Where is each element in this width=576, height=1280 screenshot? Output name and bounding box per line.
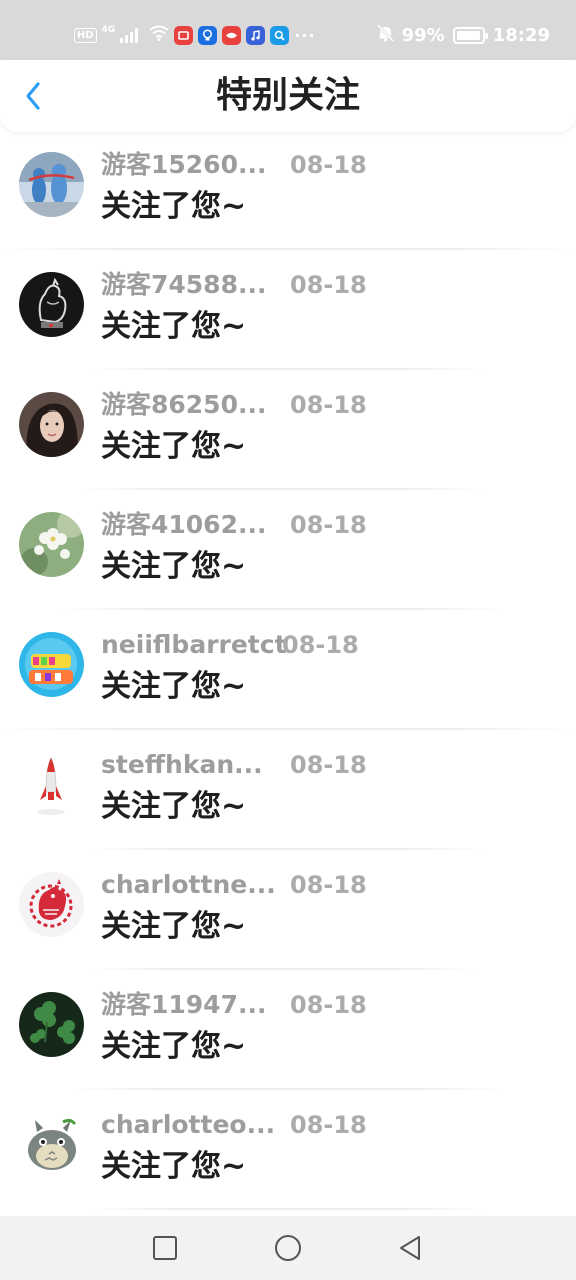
- rocket-avatar[interactable]: [19, 752, 84, 817]
- home-button[interactable]: [272, 1232, 304, 1264]
- signal-icon: [120, 27, 139, 43]
- message-text: 关注了您~: [101, 669, 247, 704]
- mute-bell-icon: [376, 23, 394, 47]
- list-item[interactable]: 游客86250... 08-18 关注了您~: [0, 370, 576, 490]
- message-text: 关注了您~: [101, 309, 247, 344]
- list-item[interactable]: 游客41062... 08-18 关注了您~: [0, 490, 576, 610]
- music-app-icon: [246, 25, 266, 45]
- list-item[interactable]: 游客11947... 08-18 关注了您~: [0, 970, 576, 1090]
- list-item[interactable]: charlotteo... 08-18 关注了您~: [0, 1090, 576, 1210]
- back-nav-button[interactable]: [394, 1232, 426, 1264]
- username[interactable]: 游客11947...: [101, 988, 266, 1022]
- timestamp: 08-18: [290, 751, 367, 779]
- status-bar: HD 4G ··· 99% 18:29: [0, 0, 576, 60]
- message-text: 关注了您~: [101, 429, 247, 464]
- list-item[interactable]: neiiflbarretct 08-18 关注了您~: [0, 610, 576, 730]
- message-text: 关注了您~: [101, 789, 247, 824]
- username[interactable]: charlottne...: [101, 868, 276, 902]
- page-title: 特别关注: [215, 75, 360, 116]
- message-text: 关注了您~: [101, 549, 247, 584]
- timestamp: 08-18: [290, 511, 367, 539]
- status-bar-left: HD 4G ···: [74, 22, 316, 48]
- red-app-icon: [174, 25, 194, 45]
- timestamp: 08-18: [290, 871, 367, 899]
- totoro-avatar[interactable]: [19, 1112, 84, 1177]
- recent-apps-button[interactable]: [149, 1232, 181, 1264]
- battery-percent: 99%: [401, 24, 445, 46]
- glass-rooster-avatar[interactable]: [19, 272, 84, 337]
- username[interactable]: charlotteo...: [101, 1108, 275, 1142]
- list-item[interactable]: charlottne... 08-18 关注了您~: [0, 850, 576, 970]
- white-flowers-avatar[interactable]: [19, 512, 84, 577]
- clover-avatar[interactable]: [19, 992, 84, 1057]
- timestamp: 08-18: [290, 271, 367, 299]
- list-item[interactable]: 游客74588... 08-18 关注了您~: [0, 250, 576, 370]
- divider: [90, 1208, 486, 1210]
- top-app-bar: 特别关注: [0, 60, 576, 132]
- status-bar-right: 99% 18:29: [376, 22, 550, 48]
- notification-list: 游客15260... 08-18 关注了您~ 游客74588... 08-18 …: [0, 130, 576, 1210]
- timestamp: 08-18: [290, 991, 367, 1019]
- list-item[interactable]: 游客15260... 08-18 关注了您~: [0, 130, 576, 250]
- more-notifications: ···: [294, 25, 316, 45]
- message-text: 关注了您~: [101, 1029, 247, 1064]
- hd-badge: HD: [74, 27, 97, 43]
- blue-figure-avatar[interactable]: [19, 152, 84, 217]
- woman-portrait-avatar[interactable]: [19, 392, 84, 457]
- username[interactable]: steffhkan...: [101, 748, 263, 782]
- username[interactable]: 游客41062...: [101, 508, 266, 542]
- network-type: 4G: [101, 25, 116, 35]
- papercut-rooster-avatar[interactable]: [19, 872, 84, 937]
- timestamp: 08-18: [290, 391, 367, 419]
- blue-bulb-app-icon: [198, 25, 218, 45]
- battery-icon: [452, 26, 488, 44]
- search-app-icon: [270, 25, 290, 45]
- message-text: 关注了您~: [101, 1149, 247, 1184]
- red-video-app-icon: [222, 25, 242, 45]
- timestamp: 08-18: [290, 1111, 367, 1139]
- list-item[interactable]: steffhkan... 08-18 关注了您~: [0, 730, 576, 850]
- username[interactable]: 游客74588...: [101, 268, 266, 302]
- clock: 18:29: [492, 24, 550, 46]
- new-year-avatar[interactable]: [19, 632, 84, 697]
- message-text: 关注了您~: [101, 909, 247, 944]
- username[interactable]: 游客15260...: [101, 148, 266, 182]
- message-text: 关注了您~: [101, 189, 247, 224]
- home-circle-icon: [275, 1235, 301, 1261]
- back-triangle-icon: [400, 1236, 420, 1260]
- username[interactable]: neiiflbarretct: [101, 628, 287, 662]
- wifi-icon: [149, 25, 169, 45]
- timestamp: 08-18: [282, 631, 359, 659]
- system-nav-bar: [0, 1216, 576, 1280]
- username[interactable]: 游客86250...: [101, 388, 266, 422]
- recent-apps-square-icon: [153, 1236, 177, 1260]
- timestamp: 08-18: [290, 151, 367, 179]
